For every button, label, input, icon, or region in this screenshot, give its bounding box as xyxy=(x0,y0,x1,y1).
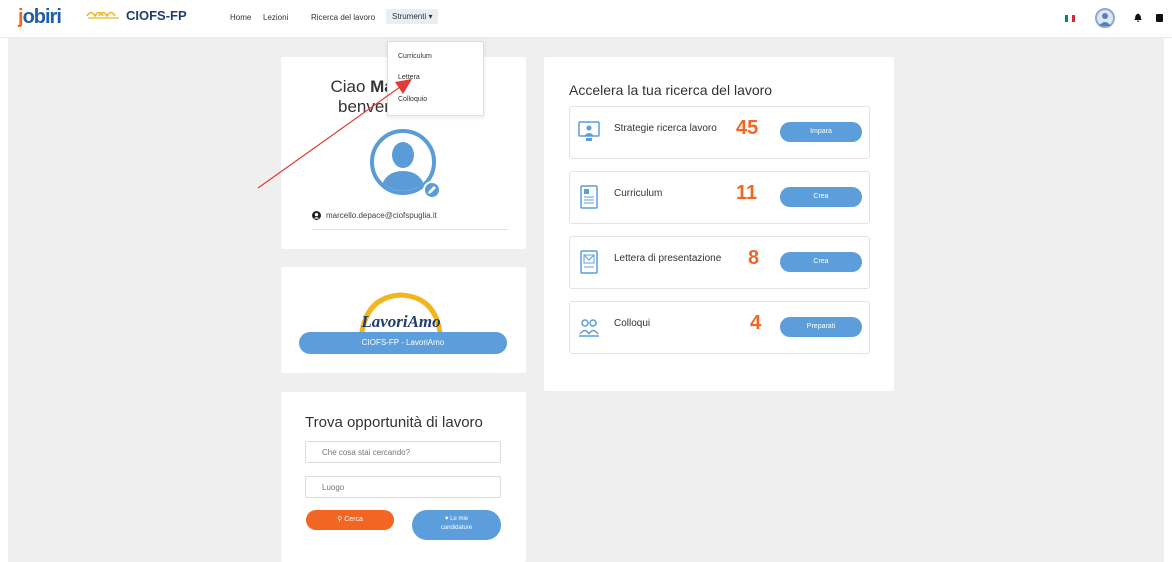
top-navbar: jobiri CIOFS-FP Home Lezioni Ricerca del… xyxy=(0,0,1172,38)
feature-strategie[interactable]: Strategie ricerca lavoro 45 Impara xyxy=(569,106,870,159)
italian-flag-icon[interactable] xyxy=(1065,15,1075,22)
nav-lezioni[interactable]: Lezioni xyxy=(263,13,288,22)
lavoriamo-button[interactable]: CIOFS-FP - LavoriAmo xyxy=(299,332,507,354)
job-location-input[interactable] xyxy=(305,476,501,498)
job-what-input[interactable] xyxy=(305,441,501,463)
dropdown-item-lettera[interactable]: Lettera xyxy=(398,74,420,81)
nav-ricerca-lavoro[interactable]: Ricerca del lavoro xyxy=(311,13,375,22)
feature-lettera[interactable]: Lettera di presentazione 8 Crea xyxy=(569,236,870,289)
accelerate-title: Accelera la tua ricerca del lavoro xyxy=(569,82,773,98)
pencil-icon xyxy=(428,186,436,194)
feature-count: 11 xyxy=(736,182,758,204)
crea-curriculum-button[interactable]: Crea xyxy=(780,187,862,207)
strumenti-dropdown-menu: Curriculum Lettera Colloquio xyxy=(387,41,484,116)
crea-lettera-button[interactable]: Crea xyxy=(780,252,862,272)
user-avatar-icon[interactable] xyxy=(1095,8,1115,28)
my-applications-button[interactable]: ♥ Le mie candidature xyxy=(412,510,501,540)
lavoriamo-logo-text: LavoriAmo xyxy=(360,312,440,331)
feature-colloqui[interactable]: Colloqui 4 Preparati xyxy=(569,301,870,354)
divider xyxy=(312,229,508,230)
preparati-button[interactable]: Preparati xyxy=(780,317,862,337)
user-circle-icon xyxy=(312,211,321,220)
feature-count: 45 xyxy=(736,117,759,139)
nav-strumenti[interactable]: Strumenti ▾ xyxy=(386,9,439,24)
interview-people-icon xyxy=(579,319,599,337)
ciofs-wave-icon xyxy=(86,11,119,19)
dropdown-item-colloquio[interactable]: Colloquio xyxy=(398,96,427,103)
nav-home[interactable]: Home xyxy=(230,13,251,22)
letter-document-icon xyxy=(580,250,598,274)
edit-profile-icon[interactable] xyxy=(423,181,441,199)
computer-monitor-icon xyxy=(578,121,600,141)
profile-silhouette-icon xyxy=(380,142,426,191)
job-search-card: Trova opportunità di lavoro ⚲ Cerca ♥ Le… xyxy=(281,392,526,562)
feature-curriculum[interactable]: Curriculum 11 Crea xyxy=(569,171,870,224)
accelerate-card: Accelera la tua ricerca del lavoro Strat… xyxy=(544,57,894,391)
search-button[interactable]: ⚲ Cerca xyxy=(306,510,394,530)
feature-label: Lettera di presentazione xyxy=(614,253,722,264)
jobiri-logo-rest: obiri xyxy=(22,6,62,28)
feature-label: Curriculum xyxy=(614,188,663,199)
email-row: marcello.depace@ciofspuglia.it xyxy=(312,211,437,220)
applications-label-2: candidature xyxy=(440,525,473,531)
search-title: Trova opportunità di lavoro xyxy=(305,414,483,431)
feature-count: 8 xyxy=(748,247,760,269)
resume-document-icon xyxy=(580,185,598,209)
dropdown-item-curriculum[interactable]: Curriculum xyxy=(398,53,432,60)
feature-label: Strategie ricerca lavoro xyxy=(614,123,717,134)
ciofs-logo[interactable]: CIOFS-FP xyxy=(126,8,187,23)
impara-button[interactable]: Impara xyxy=(780,122,862,142)
user-silhouette-icon xyxy=(1099,13,1111,26)
logout-icon[interactable] xyxy=(1156,14,1163,22)
applications-label-1: Le mie xyxy=(450,516,469,522)
user-email: marcello.depace@ciofspuglia.it xyxy=(326,211,437,220)
search-button-label: Cerca xyxy=(344,516,363,523)
feature-label: Colloqui xyxy=(614,318,651,329)
bell-icon[interactable] xyxy=(1134,13,1142,22)
greeting-prefix: Ciao xyxy=(330,77,371,96)
lavoriamo-card: LavoriAmo CIOFS-FP - LavoriAmo xyxy=(281,267,526,373)
jobiri-logo[interactable]: jobiri xyxy=(18,6,62,29)
feature-count: 4 xyxy=(750,312,762,334)
